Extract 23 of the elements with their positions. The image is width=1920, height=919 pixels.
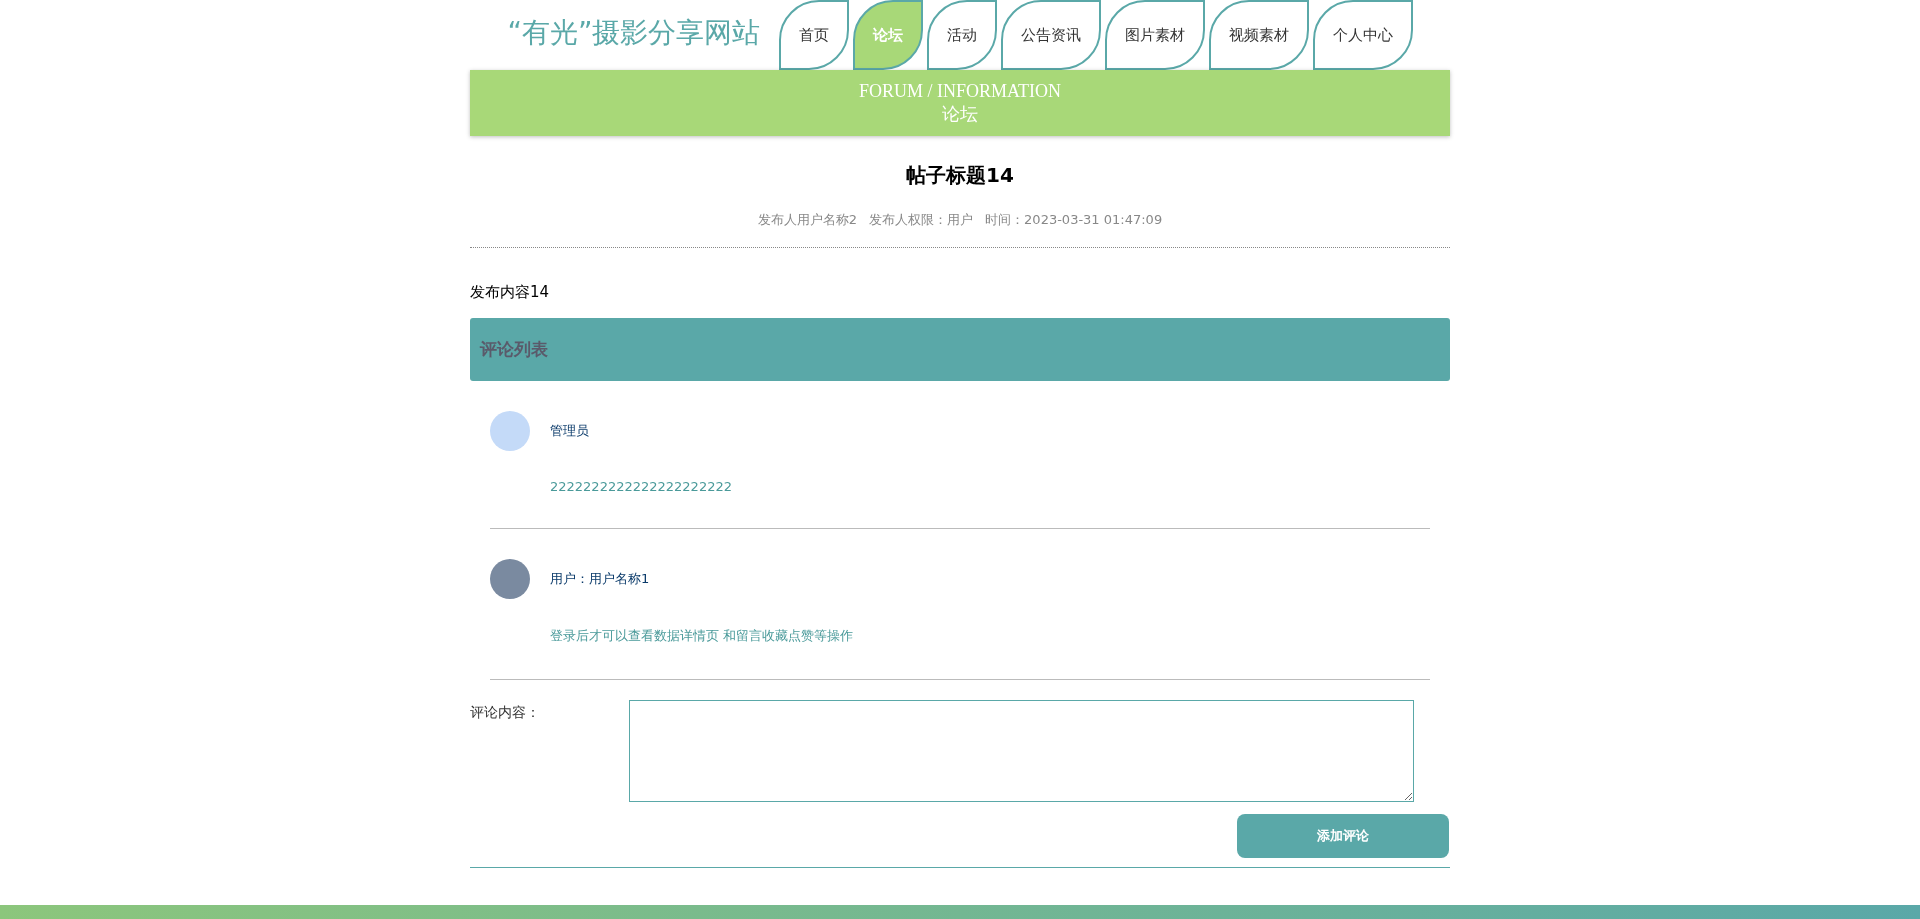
banner-title: 论坛	[942, 102, 978, 126]
avatar-icon	[490, 411, 530, 451]
post-title: 帖子标题14	[905, 162, 1015, 189]
post-content: 发布内容14	[470, 283, 551, 302]
nav-tab[interactable]: 公告资讯	[1000, 0, 1101, 70]
comment-text: 2222222222222222222222	[550, 479, 733, 494]
nav-tab[interactable]: 视频素材	[1208, 0, 1309, 70]
banner-subtitle: FORUM / INFORMATION	[859, 80, 1061, 102]
post-meta: 时间：2023-03-31 01:47:09	[985, 211, 1163, 229]
nav-tab[interactable]: 首页	[778, 0, 849, 70]
site-title: “有光”摄影分享网站	[507, 15, 761, 51]
comment-label: 评论内容：	[470, 703, 541, 722]
nav-tab[interactable]: 图片素材	[1104, 0, 1205, 70]
comments-heading: 评论列表	[480, 338, 548, 361]
post-meta: 发布人用户名称2	[757, 211, 858, 229]
nav-tab[interactable]: 活动	[926, 0, 997, 70]
photo-placeholder	[490, 559, 530, 599]
comment-text: 登录后才可以查看数据详情页 和留言收藏点赞等操作	[550, 627, 855, 645]
comment-author: 用户：用户名称1	[550, 570, 650, 588]
nav-tab[interactable]: 个人中心	[1312, 0, 1413, 70]
post-meta: 发布人权限：用户	[869, 211, 974, 229]
comment-input-field[interactable]	[629, 700, 1414, 802]
comment-author: 管理员	[550, 422, 589, 440]
